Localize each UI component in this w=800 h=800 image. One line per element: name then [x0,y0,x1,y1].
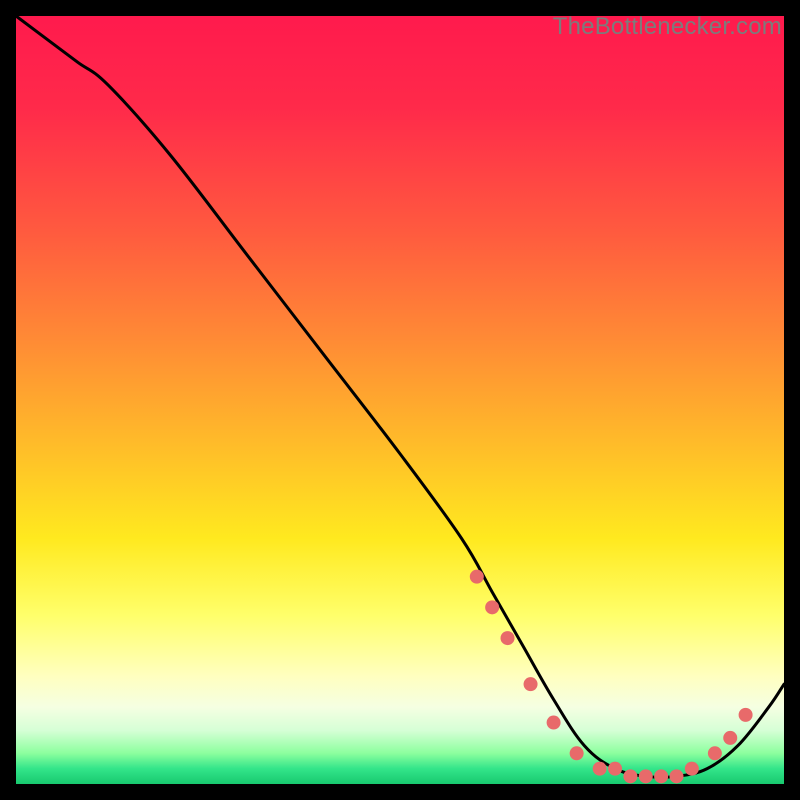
chart-canvas: TheBottlenecker.com [0,0,800,800]
curve-dot [485,600,499,614]
curve-dot [470,570,484,584]
curve-dot [739,708,753,722]
curve-dot [570,746,584,760]
curve-dot [524,677,538,691]
curve-dot [654,769,668,783]
plot-area: TheBottlenecker.com [16,16,784,784]
curve-dot [723,731,737,745]
curve-dot [685,762,699,776]
curve-dot [608,762,622,776]
curve-dot [623,769,637,783]
curve-dot [669,769,683,783]
chart-svg [16,16,784,784]
curve-dots [470,570,753,784]
curve-dot [593,762,607,776]
curve-dot [639,769,653,783]
curve-dot [547,716,561,730]
curve-dot [501,631,515,645]
curve-dot [708,746,722,760]
bottleneck-curve [16,16,784,777]
